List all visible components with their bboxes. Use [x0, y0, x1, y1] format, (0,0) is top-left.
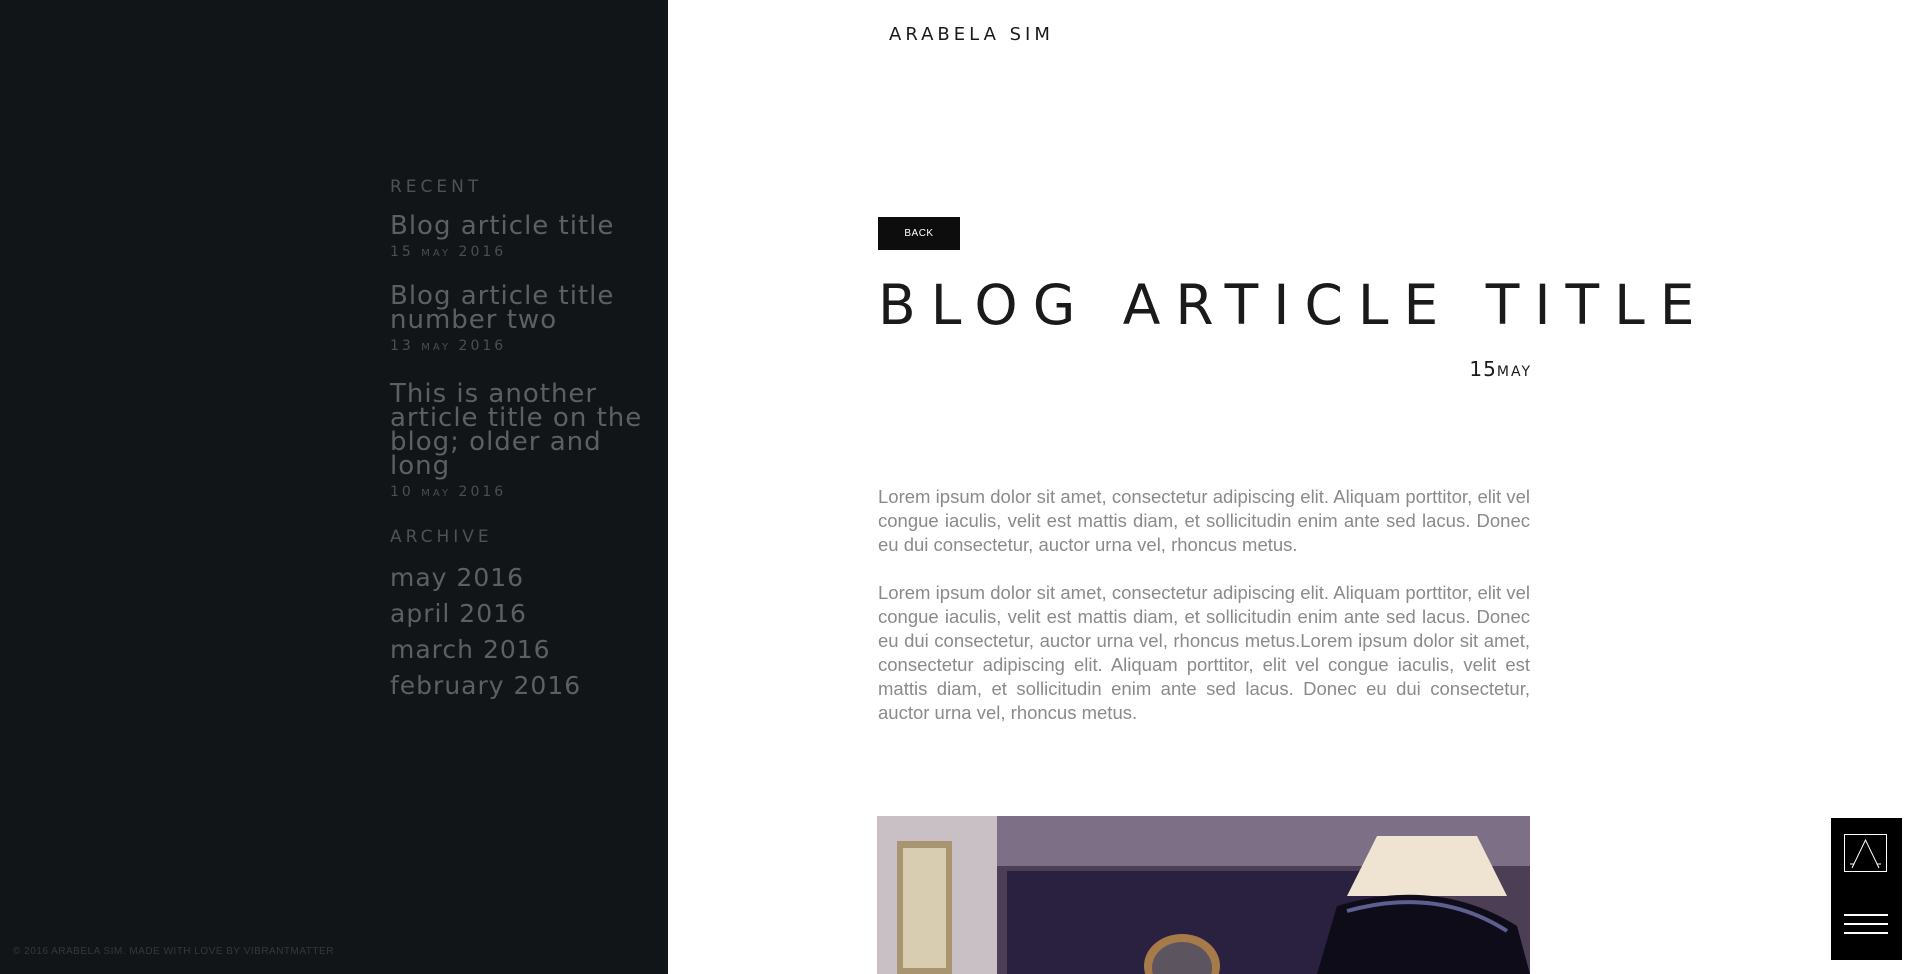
article-image — [877, 816, 1530, 974]
article-date-day: 15 — [1469, 357, 1497, 381]
article-date: 15MAY — [1469, 357, 1532, 381]
archive-link-april-2016[interactable]: april 2016 — [390, 599, 527, 628]
article-paragraph-1: Lorem ipsum dolor sit amet, consectetur … — [878, 486, 1530, 555]
sidebar: RECENT Blog article title 15 MAY 2016 Bl… — [0, 0, 668, 974]
recent-post-date: 15 MAY 2016 — [390, 244, 507, 260]
recent-post-title: Blog article title number two — [390, 281, 615, 335]
article-title: BLOG ARTICLE TITLE — [878, 273, 1710, 337]
recent-post-1[interactable]: Blog article title 15 MAY 2016 — [390, 211, 660, 260]
recent-post-date: 10 MAY 2016 — [390, 484, 507, 500]
back-button[interactable]: BACK — [878, 217, 960, 250]
article-date-month: MAY — [1496, 364, 1532, 380]
a-logo-icon-svg — [1844, 834, 1887, 872]
hamburger-menu-icon[interactable] — [1844, 914, 1888, 940]
menu-line — [1844, 932, 1888, 934]
floating-nav-widget — [1831, 818, 1902, 960]
archive-heading: ARCHIVE — [390, 527, 493, 547]
site-title[interactable]: ARABELA SIM — [889, 24, 1054, 45]
article-paragraph-2: Lorem ipsum dolor sit amet, consectetur … — [878, 582, 1530, 723]
archive-link-may-2016[interactable]: may 2016 — [390, 563, 524, 592]
recent-post-title: This is another article title on the blo… — [390, 379, 643, 481]
recent-post-2[interactable]: Blog article title number two 13 MAY 201… — [390, 281, 660, 354]
menu-line — [1844, 923, 1888, 925]
menu-line — [1844, 914, 1888, 916]
recent-post-title: Blog article title — [390, 211, 615, 241]
recent-post-date: 13 MAY 2016 — [390, 338, 507, 354]
archive-link-february-2016[interactable]: february 2016 — [390, 671, 581, 700]
recent-post-3[interactable]: This is another article title on the blo… — [390, 379, 660, 500]
archive-link-march-2016[interactable]: march 2016 — [390, 635, 551, 664]
footer-copyright: © 2016 ARABELA SIM. MADE WITH LOVE BY VI… — [13, 946, 334, 957]
a-logo-icon[interactable] — [1844, 834, 1887, 872]
article-photo-illustration — [877, 816, 1530, 974]
recent-heading: RECENT — [390, 177, 483, 197]
